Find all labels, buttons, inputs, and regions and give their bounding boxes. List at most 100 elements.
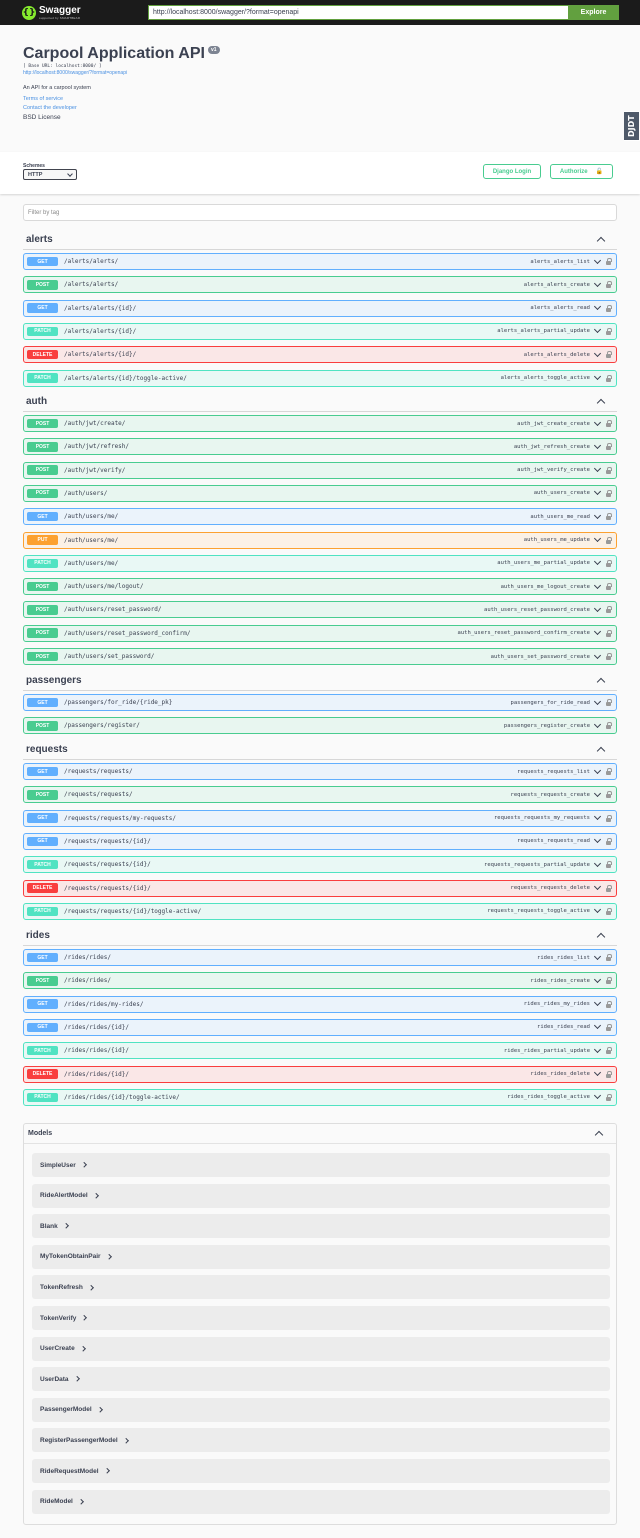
operation-row[interactable]: POST/auth/users/auth_users_create (23, 484, 617, 502)
terms-of-service-link[interactable]: Terms of service (23, 96, 617, 102)
lock-icon[interactable] (606, 513, 612, 521)
operation-row[interactable]: GET/requests/requests/my-requests/reques… (23, 809, 617, 827)
operation-row[interactable]: POST/auth/users/reset_password_confirm/a… (23, 624, 617, 642)
chevron-down-icon (593, 581, 602, 589)
chevron-right-icon (81, 1315, 87, 1321)
contact-developer-link[interactable]: Contact the developer (23, 105, 617, 111)
schemes-select[interactable]: HTTP (23, 169, 77, 180)
lock-icon[interactable] (606, 653, 612, 660)
operation-row[interactable]: GET/requests/requests/requests_requests_… (23, 763, 617, 780)
operation-row[interactable]: POST/auth/jwt/create/auth_jwt_create_cre… (23, 415, 617, 432)
spec-url-input[interactable]: http://localhost:8000/swagger/?format=op… (148, 5, 568, 20)
lock-icon[interactable] (606, 281, 612, 289)
lock-icon[interactable] (606, 837, 612, 845)
authorize-button[interactable]: Authorize 🔓 (550, 164, 613, 179)
filter-by-tag-input[interactable]: Filter by tag (23, 204, 617, 221)
operation-row[interactable]: PATCH/alerts/alerts/{id}/toggle-active/a… (23, 369, 617, 387)
lock-icon[interactable] (606, 606, 612, 614)
model-item[interactable]: SimpleUser (32, 1153, 610, 1177)
operation-id: requests_requests_my_requests (493, 815, 590, 822)
operation-row[interactable]: GET/requests/requests/{id}/ requests_requ… (23, 832, 617, 850)
tag-section-0[interactable]: alerts (23, 230, 617, 250)
tag-section-1[interactable]: auth (23, 392, 617, 412)
tag-section-2[interactable]: passengers (23, 671, 617, 691)
lock-icon[interactable] (606, 327, 612, 335)
lock-icon[interactable] (606, 629, 612, 637)
operation-row[interactable]: PATCH/alerts/alerts/{id}/ alerts_alerts_p… (23, 322, 617, 340)
operation-row[interactable]: POST/auth/jwt/verify/auth_jwt_verify_cre… (23, 461, 617, 479)
model-item[interactable]: RegisterPassengerModel (32, 1428, 610, 1453)
operation-row[interactable]: POST/rides/rides/rides_rides_create (23, 972, 617, 990)
lock-icon[interactable] (606, 1023, 612, 1031)
model-item[interactable]: RideRequestModel (32, 1459, 610, 1483)
model-item[interactable]: TokenVerify (32, 1306, 610, 1330)
lock-icon[interactable] (606, 791, 612, 799)
lock-icon[interactable] (606, 814, 612, 822)
operation-row[interactable]: DELETE/requests/requests/{id}/ requests_r… (23, 879, 617, 897)
operation-row[interactable]: PUT/auth/users/me/auth_users_me_update (23, 531, 617, 549)
django-login-button[interactable]: Django Login (483, 164, 541, 179)
lock-icon[interactable] (606, 954, 612, 961)
lock-icon[interactable] (606, 861, 612, 869)
lock-icon[interactable] (606, 304, 612, 312)
operation-row[interactable]: GET/rides/rides/my-rides/rides_rides_my_… (23, 995, 617, 1013)
lock-icon[interactable] (606, 536, 612, 544)
operation-row[interactable]: POST/auth/users/reset_password/auth_user… (23, 601, 617, 619)
operation-row[interactable]: GET/passengers/for_ride/{ride_pk} passeng… (23, 694, 617, 711)
lock-icon[interactable] (606, 374, 612, 382)
operation-row[interactable]: DELETE/rides/rides/{id}/ rides_rides_dele… (23, 1065, 617, 1083)
operation-row[interactable]: PATCH/rides/rides/{id}/ rides_rides_parti… (23, 1042, 617, 1060)
spec-url-link[interactable]: http://localhost:8000/swagger/?format=op… (23, 70, 617, 76)
operation-row[interactable]: PATCH/auth/users/me/auth_users_me_partia… (23, 554, 617, 572)
operation-row[interactable]: GET/rides/rides/{id}/ rides_rides_read (23, 1018, 617, 1036)
explore-button[interactable]: Explore (568, 5, 619, 20)
lock-icon[interactable] (606, 258, 612, 265)
lock-icon[interactable] (606, 768, 612, 775)
model-item[interactable]: MyTokenObtainPair (32, 1244, 610, 1269)
operation-row[interactable]: POST/auth/users/me/logout/auth_users_me_… (23, 578, 617, 596)
lock-icon[interactable] (606, 722, 612, 730)
django-debug-toolbar-handle[interactable]: DJDT (624, 111, 640, 141)
model-item[interactable]: RideAlertModel (32, 1183, 610, 1208)
lock-icon[interactable] (606, 907, 612, 915)
operation-row[interactable]: GET/alerts/alerts/{id}/ alerts_alerts_rea… (23, 299, 617, 317)
lock-icon[interactable] (606, 559, 612, 567)
operation-row[interactable]: POST/requests/requests/requests_requests… (23, 786, 617, 804)
lock-icon[interactable] (606, 1047, 612, 1055)
swagger-logo[interactable]: {} Swagger supported by SMARTBEAR (22, 5, 148, 20)
lock-icon[interactable] (606, 1093, 612, 1101)
operation-row[interactable]: DELETE/alerts/alerts/{id}/ alerts_alerts_… (23, 346, 617, 364)
lock-icon[interactable] (606, 351, 612, 359)
operation-id: auth_jwt_verify_create (517, 467, 590, 474)
lock-icon[interactable] (606, 699, 612, 706)
operation-row[interactable]: PATCH/requests/requests/{id}/toggle-acti… (23, 902, 617, 920)
model-item[interactable]: UserData (32, 1367, 610, 1392)
lock-icon[interactable] (606, 884, 612, 892)
lock-icon[interactable] (606, 583, 612, 591)
method-badge: POST (27, 790, 58, 800)
lock-icon[interactable] (606, 489, 612, 497)
lock-icon[interactable] (606, 420, 612, 427)
lock-icon[interactable] (606, 443, 612, 451)
operation-row[interactable]: POST/auth/users/set_password/auth_users_… (23, 648, 617, 665)
model-item[interactable]: UserCreate (32, 1336, 610, 1361)
model-item[interactable]: PassengerModel (32, 1397, 610, 1422)
operation-row[interactable]: PATCH/rides/rides/{id}/toggle-active/rid… (23, 1088, 617, 1106)
lock-icon[interactable] (606, 1070, 612, 1078)
operation-row[interactable]: PATCH/requests/requests/{id}/ requests_re… (23, 856, 617, 874)
operation-row[interactable]: GET/alerts/alerts/alerts_alerts_list (23, 253, 617, 270)
model-item[interactable]: RideModel (32, 1489, 610, 1514)
lock-icon[interactable] (606, 466, 612, 474)
model-item[interactable]: TokenRefresh (32, 1275, 610, 1300)
lock-icon[interactable] (606, 1000, 612, 1008)
models-header[interactable]: Models (24, 1124, 616, 1144)
operation-row[interactable]: GET/auth/users/me/auth_users_me_read (23, 508, 617, 526)
tag-section-3[interactable]: requests (23, 740, 617, 760)
model-item[interactable]: Blank (32, 1214, 610, 1239)
operation-row[interactable]: POST/auth/jwt/refresh/auth_jwt_refresh_c… (23, 438, 617, 456)
operation-row[interactable]: GET/rides/rides/rides_rides_list (23, 949, 617, 966)
lock-icon[interactable] (606, 977, 612, 985)
operation-row[interactable]: POST/passengers/register/passengers_regi… (23, 717, 617, 735)
operation-row[interactable]: POST/alerts/alerts/alerts_alerts_create (23, 276, 617, 294)
tag-section-4[interactable]: rides (23, 926, 617, 946)
